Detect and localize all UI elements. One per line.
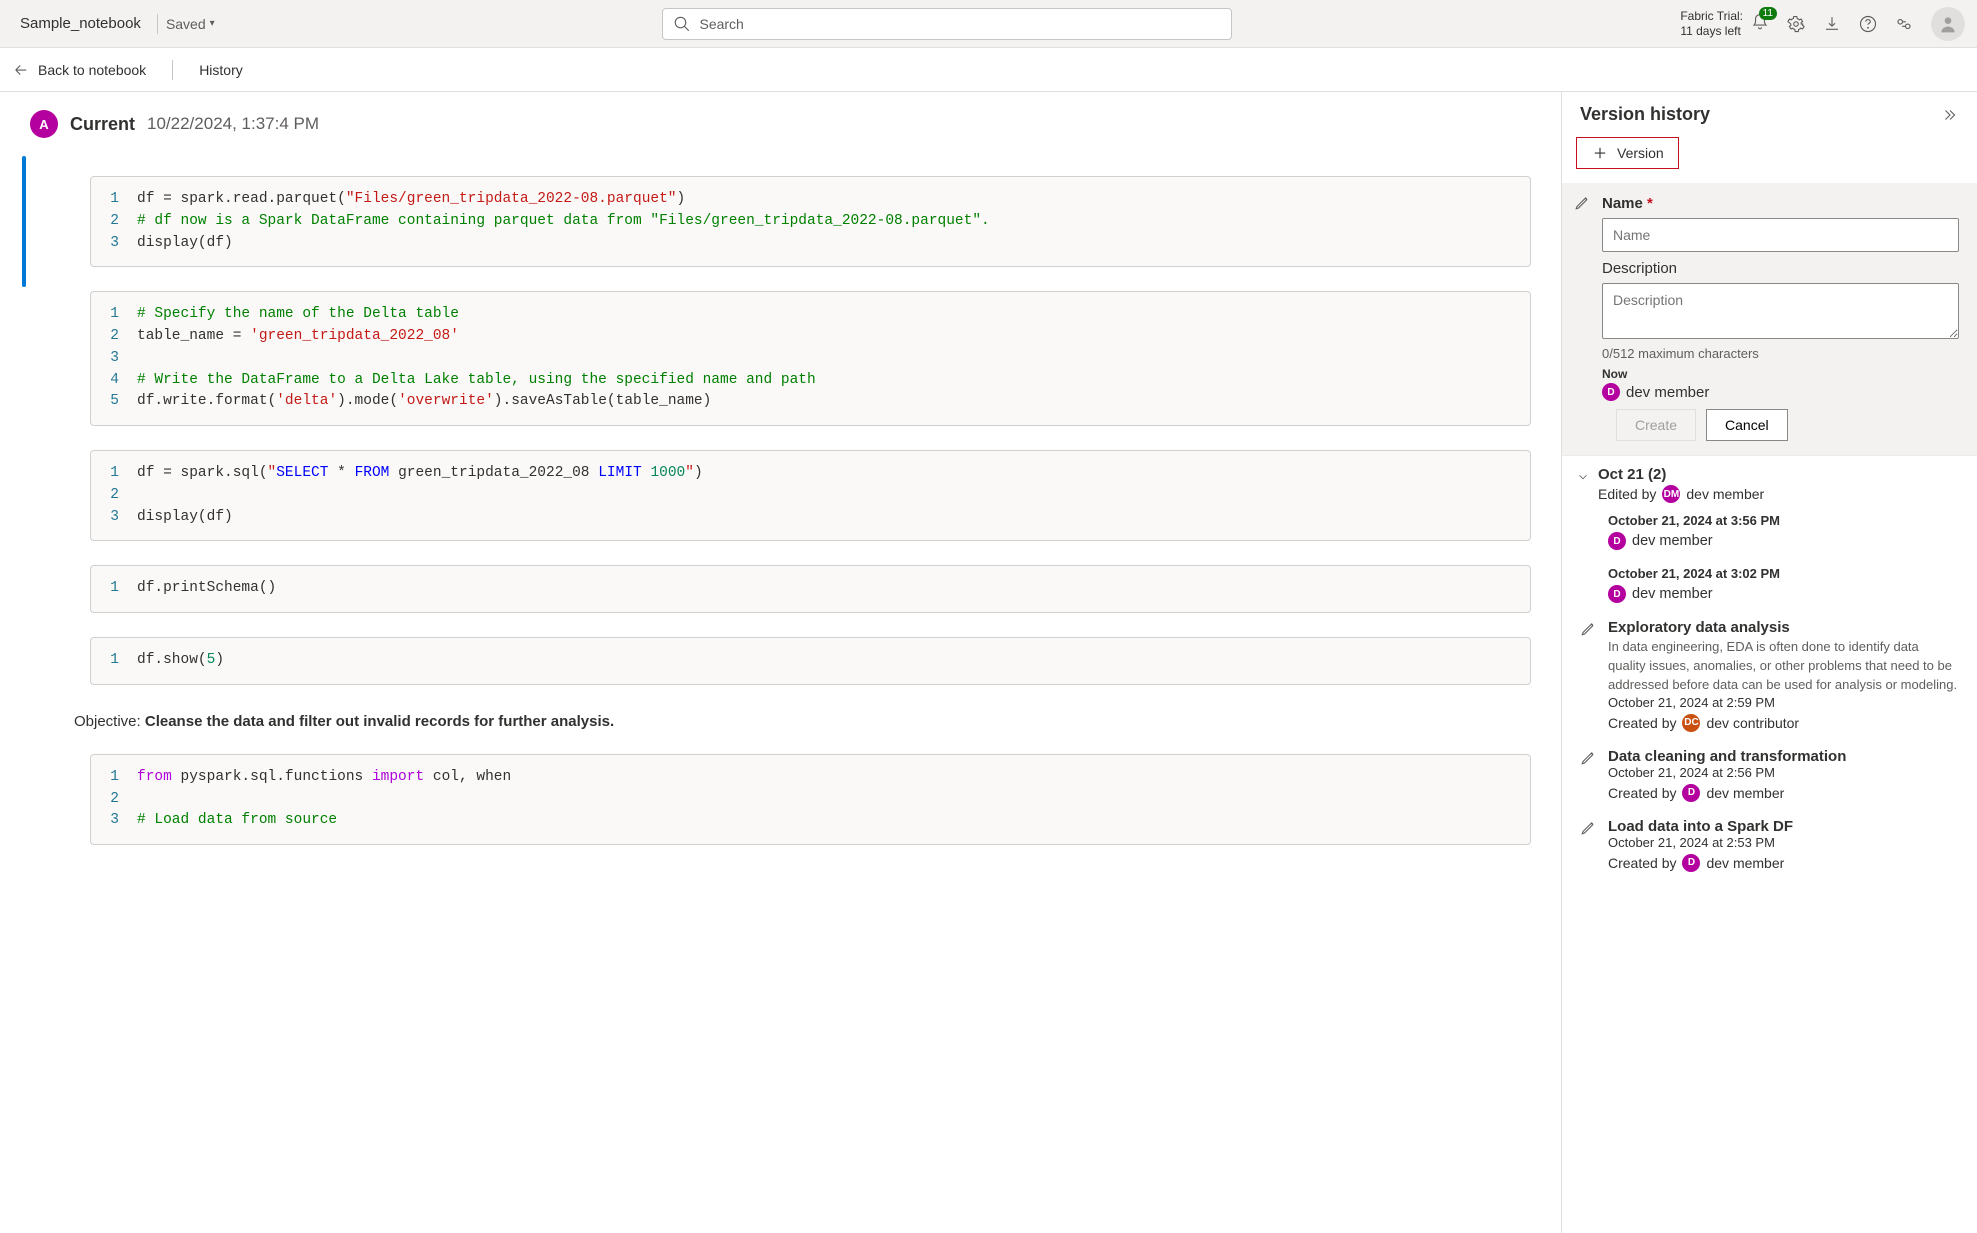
current-version-header: A Current 10/22/2024, 1:37:4 PM [30, 106, 1531, 152]
code-cell[interactable]: 1df.show(5) [90, 637, 1531, 685]
entry-created-by: Created by D dev member [1608, 854, 1959, 872]
entry-description: In data engineering, EDA is often done t… [1608, 638, 1959, 695]
collapse-panel-icon[interactable] [1941, 106, 1959, 124]
entry-title: Data cleaning and transformation [1608, 748, 1959, 765]
entry-created-by: Created by DC dev contributor [1608, 714, 1959, 732]
saved-label: Saved [166, 16, 206, 32]
code-cell[interactable]: 1from pyspark.sql.functions import col, … [90, 754, 1531, 845]
member-avatar: DM [1662, 485, 1680, 503]
entry-title: Load data into a Spark DF [1608, 818, 1959, 835]
member-avatar: D [1682, 784, 1700, 802]
feedback-icon[interactable] [1895, 15, 1913, 33]
breadcrumb-bar: Back to notebook History [0, 48, 1977, 92]
member-name: dev member [1626, 384, 1709, 401]
search-icon [673, 15, 691, 33]
member-name: dev contributor [1706, 715, 1799, 731]
entry-member: D dev member [1608, 532, 1959, 550]
new-version-form: Name * Description 0/512 maximum charact… [1562, 183, 1977, 456]
settings-icon[interactable] [1787, 15, 1805, 33]
now-member: D dev member [1602, 383, 1959, 401]
history-entry[interactable]: Data cleaning and transformation October… [1562, 742, 1977, 812]
search-input[interactable]: Search [662, 8, 1232, 40]
history-entry[interactable]: Load data into a Spark DF October 21, 20… [1562, 812, 1977, 882]
version-history-panel: Version history Version Name * Descripti… [1561, 92, 1977, 1233]
search-placeholder: Search [699, 16, 743, 32]
entry-time: October 21, 2024 at 2:56 PM [1608, 765, 1959, 780]
divider [172, 60, 173, 80]
history-entry[interactable]: October 21, 2024 at 3:02 PM D dev member [1562, 560, 1977, 613]
char-count: 0/512 maximum characters [1602, 346, 1959, 361]
member-name: dev member [1632, 586, 1713, 602]
group-subtitle: Edited by DM dev member [1598, 485, 1764, 503]
member-name: dev member [1706, 785, 1784, 801]
code-cell[interactable]: 1df.printSchema() [90, 565, 1531, 613]
group-title: Oct 21 (2) [1598, 466, 1764, 483]
plus-icon [1591, 144, 1609, 162]
add-version-label: Version [1617, 145, 1664, 161]
entry-title: Exploratory data analysis [1608, 619, 1959, 636]
top-bar: Sample_notebook Saved ▾ Search Fabric Tr… [0, 0, 1977, 48]
back-label: Back to notebook [38, 62, 146, 78]
user-avatar[interactable] [1931, 7, 1965, 41]
markdown-cell[interactable]: Objective: Cleanse the data and filter o… [74, 713, 1531, 730]
objective-prefix: Objective: [74, 713, 145, 730]
member-avatar: D [1608, 585, 1626, 603]
chevron-down-icon [1576, 470, 1590, 484]
name-field-label: Name * [1602, 195, 1959, 212]
pencil-icon [1580, 748, 1598, 766]
history-group-header[interactable]: Oct 21 (2) Edited by DM dev member [1562, 456, 1977, 507]
member-name: dev member [1632, 533, 1713, 549]
notifications-button[interactable]: 11 [1751, 13, 1769, 34]
pencil-icon [1574, 193, 1592, 211]
saved-status[interactable]: Saved ▾ [166, 16, 215, 32]
entry-member: D dev member [1608, 585, 1959, 603]
now-label: Now [1602, 367, 1959, 381]
member-avatar: DC [1682, 714, 1700, 732]
pencil-icon [1580, 818, 1598, 836]
member-name: dev member [1706, 855, 1784, 871]
history-breadcrumb[interactable]: History [199, 62, 243, 78]
trial-line1: Fabric Trial: [1680, 9, 1743, 23]
current-title: Current [70, 114, 135, 135]
history-entry[interactable]: Exploratory data analysis In data engine… [1562, 613, 1977, 742]
member-avatar: D [1602, 383, 1620, 401]
code-cell[interactable]: 1# Specify the name of the Delta table 2… [90, 291, 1531, 426]
pencil-icon [1580, 619, 1598, 637]
entry-created-by: Created by D dev member [1608, 784, 1959, 802]
notification-badge: 11 [1759, 7, 1777, 20]
trial-status[interactable]: Fabric Trial: 11 days left [1680, 9, 1743, 38]
description-input[interactable] [1602, 283, 1959, 339]
objective-text: Cleanse the data and filter out invalid … [145, 713, 614, 730]
panel-title: Version history [1580, 104, 1710, 125]
create-button[interactable]: Create [1616, 409, 1696, 441]
cancel-button[interactable]: Cancel [1706, 409, 1788, 441]
download-icon[interactable] [1823, 15, 1841, 33]
notebook-content[interactable]: A Current 10/22/2024, 1:37:4 PM 1df = sp… [0, 92, 1561, 1233]
entry-time: October 21, 2024 at 2:53 PM [1608, 835, 1959, 850]
help-icon[interactable] [1859, 15, 1877, 33]
code-cell[interactable]: 1df = spark.sql("SELECT * FROM green_tri… [90, 450, 1531, 541]
entry-time: October 21, 2024 at 3:02 PM [1608, 566, 1959, 581]
history-entry[interactable]: October 21, 2024 at 3:56 PM D dev member [1562, 507, 1977, 560]
current-timestamp: 10/22/2024, 1:37:4 PM [147, 114, 319, 134]
add-version-button[interactable]: Version [1576, 137, 1679, 169]
divider [157, 14, 158, 34]
person-icon [1938, 14, 1958, 34]
trial-line2: 11 days left [1680, 24, 1743, 38]
back-to-notebook-link[interactable]: Back to notebook [12, 61, 146, 79]
current-avatar: A [30, 110, 58, 138]
name-input[interactable] [1602, 218, 1959, 252]
member-avatar: D [1682, 854, 1700, 872]
entry-time: October 21, 2024 at 2:59 PM [1608, 695, 1959, 710]
document-title[interactable]: Sample_notebook [12, 15, 149, 32]
description-field-label: Description [1602, 260, 1959, 277]
code-cell[interactable]: 1df = spark.read.parquet("Files/green_tr… [90, 176, 1531, 267]
arrow-left-icon [12, 61, 30, 79]
member-avatar: D [1608, 532, 1626, 550]
entry-time: October 21, 2024 at 3:56 PM [1608, 513, 1959, 528]
